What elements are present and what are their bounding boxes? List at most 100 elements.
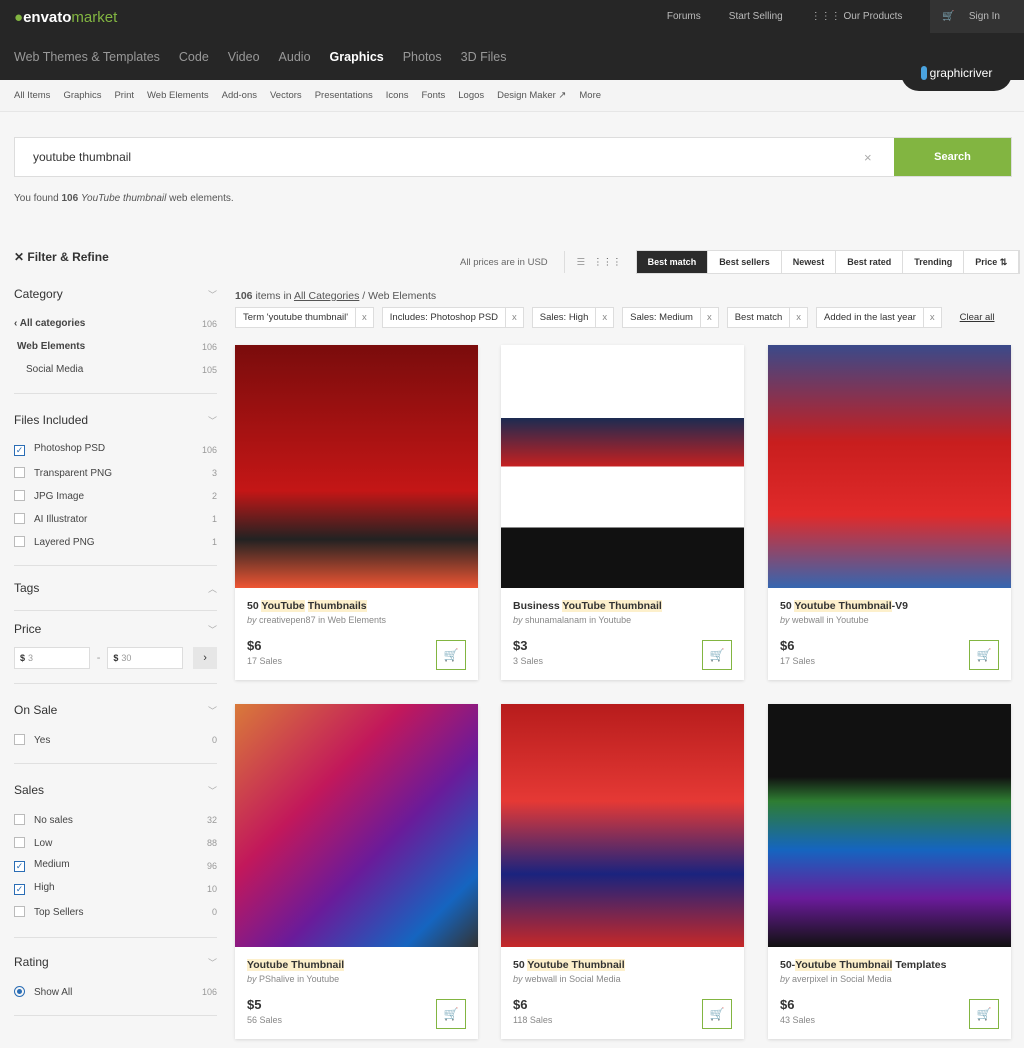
product-title[interactable]: 50 Youtube Thumbnail-V9	[780, 600, 908, 612]
product-card[interactable]: 50 Youtube Thumbnail by webwall in Social…	[501, 704, 744, 1039]
product-title[interactable]: 50 Youtube Thumbnail	[513, 959, 625, 971]
subnav-item[interactable]: Add-ons	[222, 90, 257, 101]
subnav-item[interactable]: Fonts	[422, 90, 446, 101]
search-input[interactable]	[15, 138, 864, 176]
checkbox[interactable]	[14, 489, 25, 501]
filter-option[interactable]: ✓ Medium 96	[14, 854, 217, 877]
product-title[interactable]: Youtube Thumbnail	[247, 959, 345, 971]
price-max-input[interactable]: $30	[107, 647, 184, 669]
product-thumbnail[interactable]	[501, 704, 744, 947]
chevron-up-icon[interactable]: ︿	[208, 582, 217, 595]
remove-chip-icon[interactable]: x	[699, 308, 718, 327]
remove-chip-icon[interactable]: x	[922, 308, 941, 327]
author-link[interactable]: creativepen87	[259, 615, 316, 625]
product-card[interactable]: Youtube Thumbnail by PShalive in Youtube $…	[235, 704, 478, 1039]
add-to-cart-button[interactable]: 🛒	[969, 999, 999, 1029]
subnav-item[interactable]: Design Maker ↗	[497, 90, 566, 101]
clear-all-link[interactable]: Clear all	[960, 312, 995, 323]
checkbox[interactable]	[14, 905, 25, 917]
category-link[interactable]: Youtube	[598, 615, 631, 625]
filter-option[interactable]: Yes 0	[14, 728, 217, 751]
product-title[interactable]: Business YouTube Thumbnail	[513, 600, 662, 612]
section-header[interactable]: Price ﹀	[14, 619, 217, 639]
section-header[interactable]: Sales ﹀	[14, 780, 217, 800]
product-title[interactable]: 50 YouTube Thumbnails	[247, 600, 367, 612]
product-card[interactable]: 50 YouTube Thumbnails by creativepen87 in…	[235, 345, 478, 680]
chevron-down-icon[interactable]: ﹀	[208, 704, 217, 717]
sort-option[interactable]: Best sellers	[708, 251, 782, 273]
add-to-cart-button[interactable]: 🛒	[969, 640, 999, 670]
filter-option[interactable]: Social Media 105	[14, 358, 217, 381]
checkbox[interactable]	[14, 466, 25, 478]
price-min-input[interactable]: $3	[14, 647, 90, 669]
product-thumbnail[interactable]	[235, 704, 478, 947]
filter-option[interactable]: Low 88	[14, 831, 217, 854]
product-card[interactable]: 50 Youtube Thumbnail-V9 by webwall in You…	[768, 345, 1011, 680]
remove-chip-icon[interactable]: x	[355, 308, 373, 327]
filter-option[interactable]: ✓ High 10	[14, 877, 217, 900]
add-to-cart-button[interactable]: 🛒	[436, 999, 466, 1029]
nav-item-audio[interactable]: Audio	[279, 50, 311, 64]
section-header[interactable]: Tags ︿	[14, 578, 217, 598]
author-link[interactable]: PShalive	[259, 974, 295, 984]
start-selling-link[interactable]: Start Selling	[729, 11, 783, 22]
filter-option[interactable]: ‹ All categories 106	[14, 312, 217, 335]
chevron-down-icon[interactable]: ﹀	[208, 623, 217, 636]
chevron-down-icon[interactable]: ﹀	[208, 784, 217, 797]
author-link[interactable]: webwall	[525, 974, 557, 984]
search-button[interactable]: Search	[894, 138, 1011, 176]
apply-price-button[interactable]: ›	[193, 647, 218, 669]
author-link[interactable]: shunamalanam	[525, 615, 587, 625]
section-header[interactable]: On Sale ﹀	[14, 700, 217, 720]
product-thumbnail[interactable]	[235, 345, 478, 588]
product-thumbnail[interactable]	[768, 704, 1011, 947]
author-link[interactable]: webwall	[792, 615, 824, 625]
chevron-down-icon[interactable]: ﹀	[208, 288, 217, 301]
checkbox-checked[interactable]: ✓	[14, 445, 25, 456]
subnav-item[interactable]: Icons	[386, 90, 409, 101]
filter-option[interactable]: Layered PNG 1	[14, 530, 217, 553]
our-products-link[interactable]: ⋮⋮⋮ Our Products	[811, 11, 903, 22]
nav-item-3d-files[interactable]: 3D Files	[461, 50, 507, 64]
checkbox[interactable]	[14, 836, 25, 848]
graphicriver-badge[interactable]: graphicriver	[901, 55, 1012, 91]
nav-item-photos[interactable]: Photos	[403, 50, 442, 64]
remove-chip-icon[interactable]: x	[789, 308, 807, 327]
checkbox-checked[interactable]: ✓	[14, 861, 25, 872]
envato-market-logo[interactable]: ●envatomarket	[14, 9, 117, 26]
author-link[interactable]: averpixel	[792, 974, 828, 984]
subnav-item[interactable]: Graphics	[63, 90, 101, 101]
sort-option[interactable]: Best rated	[836, 251, 904, 273]
forums-link[interactable]: Forums	[667, 11, 701, 22]
add-to-cart-button[interactable]: 🛒	[436, 640, 466, 670]
close-icon[interactable]: ✕	[14, 250, 27, 264]
subnav-item[interactable]: Print	[114, 90, 134, 101]
product-thumbnail[interactable]	[501, 345, 744, 588]
subnav-item[interactable]: Presentations	[315, 90, 373, 101]
filter-option[interactable]: ✓ Photoshop PSD 106	[14, 438, 217, 461]
subnav-item[interactable]: More	[579, 90, 601, 101]
category-link[interactable]: Web Elements	[328, 615, 386, 625]
category-link[interactable]: Social Media	[840, 974, 892, 984]
nav-item-video[interactable]: Video	[228, 50, 260, 64]
filter-option[interactable]: JPG Image 2	[14, 484, 217, 507]
add-to-cart-button[interactable]: 🛒	[702, 999, 732, 1029]
category-link[interactable]: Youtube	[306, 974, 339, 984]
checkbox[interactable]	[14, 813, 25, 825]
filter-option[interactable]: Transparent PNG 3	[14, 461, 217, 484]
filter-option[interactable]: AI Illustrator 1	[14, 507, 217, 530]
product-card[interactable]: 50-Youtube Thumbnail Templates by averpix…	[768, 704, 1011, 1039]
grid-view-icon[interactable]: ⋮⋮⋮	[593, 257, 622, 268]
sort-option[interactable]: Price ⇅	[964, 251, 1020, 273]
sort-option[interactable]: Best match	[636, 251, 709, 273]
sign-in-button[interactable]: 🛒 Sign In	[930, 0, 1024, 33]
list-view-icon[interactable]: ☰	[577, 257, 586, 268]
product-title[interactable]: 50-Youtube Thumbnail Templates	[780, 959, 946, 971]
checkbox[interactable]	[14, 733, 25, 745]
radio-selected[interactable]	[14, 985, 25, 997]
checkbox-checked[interactable]: ✓	[14, 884, 25, 895]
filter-option[interactable]: Top Sellers 0	[14, 900, 217, 923]
remove-chip-icon[interactable]: x	[595, 308, 613, 327]
nav-item-web-themes-templates[interactable]: Web Themes & Templates	[14, 50, 160, 64]
clear-search-icon[interactable]: ×	[864, 138, 894, 176]
